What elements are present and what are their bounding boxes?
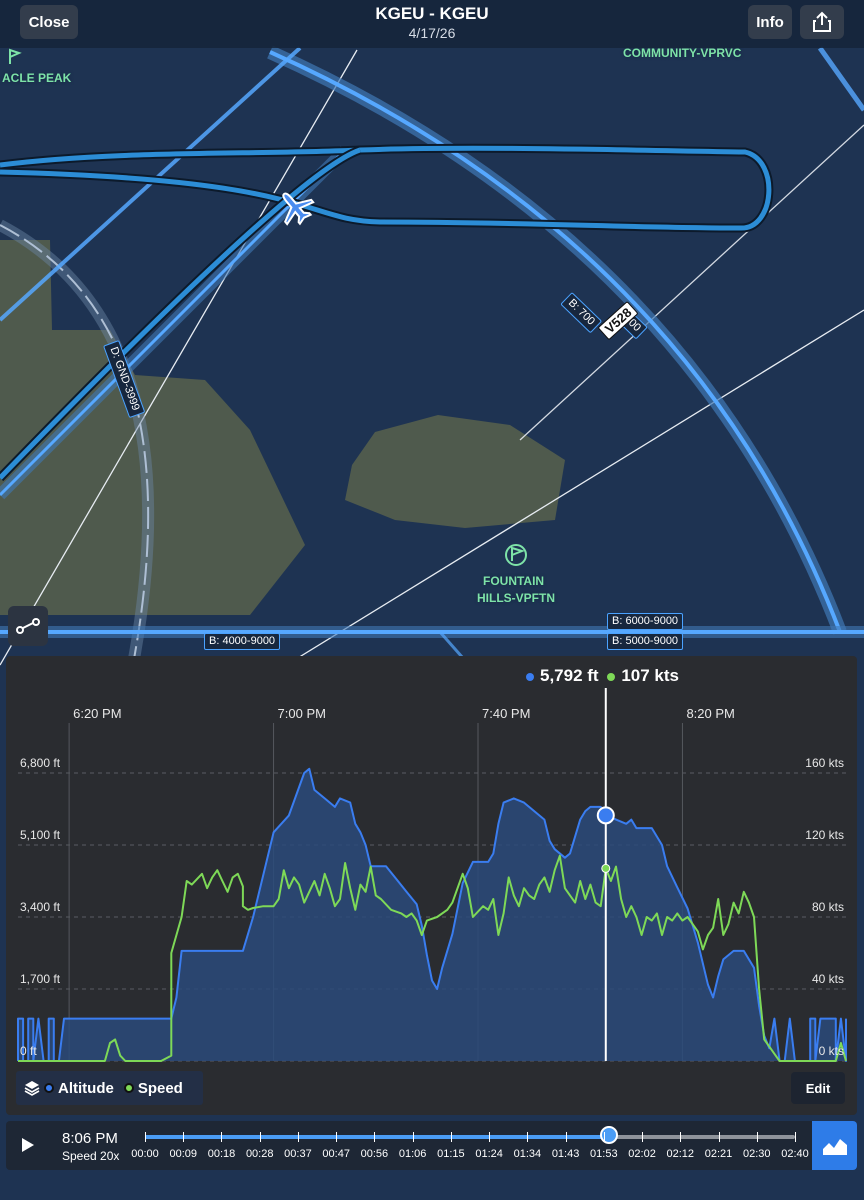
scrubber-time-label: 02:21	[704, 1148, 733, 1160]
playback-scrubber[interactable]	[145, 1126, 796, 1144]
edit-button[interactable]: Edit	[791, 1072, 845, 1104]
airspace-label-b6000: B: 6000-9000	[607, 613, 684, 630]
y-left-tick-label: 3,400 ft	[20, 900, 61, 914]
scrubber-tick	[412, 1132, 414, 1142]
scrubber-tick	[221, 1132, 223, 1142]
map-label-peak: ACLE PEAK	[2, 71, 72, 85]
playback-time: 8:06 PM	[62, 1130, 118, 1147]
altitude-cursor-marker	[596, 806, 615, 825]
scrubber-time-label: 02:40	[781, 1148, 809, 1160]
profile-chart-button[interactable]	[812, 1121, 857, 1170]
play-icon	[22, 1138, 34, 1152]
scrubber-time-label: 01:53	[590, 1148, 618, 1160]
legend-speed[interactable]: Speed	[138, 1080, 183, 1097]
x-tick-label: 7:40 PM	[482, 706, 530, 721]
scrubber-tick	[642, 1132, 644, 1142]
top-bar: Close KGEU - KGEU 4/17/26 Info	[0, 0, 864, 48]
speed-legend-icon	[123, 1083, 134, 1093]
scrubber-time-label: 00:56	[360, 1148, 389, 1160]
altitude-legend-icon	[44, 1083, 54, 1093]
cursor-readout: 5,792 ft 107 kts	[526, 666, 679, 686]
scrubber-time-label: 00:00	[131, 1148, 159, 1160]
scrubber-time-label: 02:02	[628, 1148, 656, 1160]
info-button[interactable]: Info	[748, 5, 792, 39]
scrubber-tick	[527, 1132, 529, 1142]
scrubber-time-label: 01:15	[437, 1148, 465, 1160]
scrubber-tick	[795, 1132, 796, 1142]
altitude-area	[18, 768, 846, 1061]
series-legend[interactable]: Altitude Speed	[16, 1071, 203, 1105]
scrubber-time-label: 00:18	[207, 1148, 236, 1160]
scrubber-tick	[145, 1132, 146, 1142]
y-left-tick-label: 5,100 ft	[20, 828, 61, 842]
airspace-label-b5000: B: 5000-9000	[607, 633, 684, 650]
scrubber-time-label: 00:37	[284, 1148, 312, 1160]
y-right-tick-label: 120 kts	[805, 828, 844, 842]
route-icon	[16, 618, 40, 634]
scrubber-time-label: 02:12	[666, 1148, 695, 1160]
scrubber-tick	[336, 1132, 338, 1142]
play-button[interactable]	[6, 1123, 50, 1167]
x-tick-label: 8:20 PM	[686, 706, 734, 721]
scrubber-tick	[489, 1132, 491, 1142]
route-toggle-button[interactable]	[8, 606, 48, 646]
scrubber-time-label: 01:43	[551, 1148, 580, 1160]
altitude-dot-icon	[526, 673, 534, 681]
scrubber-time-label: 00:47	[322, 1148, 350, 1160]
scrubber-tick	[603, 1132, 605, 1142]
y-right-tick-label: 40 kts	[812, 972, 844, 986]
scrubber-tick	[565, 1132, 567, 1142]
y-left-tick-label: 1,700 ft	[20, 972, 61, 986]
scrubber-time-label: 00:28	[245, 1148, 274, 1160]
speed-dot-icon	[607, 673, 616, 681]
map-label-community: COMMUNITY-VPRVC	[623, 46, 742, 60]
playback-speed[interactable]: Speed 20x	[62, 1149, 119, 1163]
share-icon	[813, 11, 831, 32]
profile-chart-panel: 0 ft 0 kts 1,700 ft 40 kts 3,400 ft 80 kts 5,1…	[6, 656, 857, 1115]
playback-thumb[interactable]	[600, 1126, 619, 1144]
y-right-tick-label: 80 kts	[812, 900, 844, 914]
playback-progress	[145, 1135, 610, 1139]
layers-icon	[24, 1081, 40, 1096]
scrubber-tick	[374, 1132, 376, 1142]
share-button[interactable]	[800, 5, 844, 39]
area-chart-icon	[822, 1138, 847, 1155]
scrubber-tick	[680, 1132, 682, 1142]
x-tick-label: 6:20 PM	[73, 706, 121, 721]
speed-cursor-marker	[601, 863, 611, 873]
altitude-speed-chart[interactable]: 0 ft 0 kts 1,700 ft 40 kts 3,400 ft 80 kts 5,1…	[6, 656, 857, 1115]
scrubber-time-label: 02:30	[742, 1148, 771, 1160]
scrubber-time-label: 00:09	[169, 1148, 197, 1160]
airspace-label-b4000: B: 4000-9000	[204, 633, 281, 650]
scrubber-tick	[450, 1132, 452, 1142]
scrubber-time-label: 01:06	[398, 1148, 427, 1160]
x-tick-label: 7:00 PM	[278, 706, 326, 721]
map-label-fountain-hills: HILLS-VPFTN	[477, 591, 555, 605]
readout-altitude: 5,792 ft	[540, 666, 599, 685]
scrubber-tick	[183, 1132, 185, 1142]
scrubber-time-label: 01:24	[475, 1148, 503, 1160]
y-right-tick-label: 160 kts	[805, 756, 844, 770]
y-left-tick-label: 6,800 ft	[20, 756, 61, 770]
scrubber-tick	[718, 1132, 720, 1142]
flight-title: KGEU - KGEU	[375, 4, 489, 23]
map-label-fountain: FOUNTAIN	[483, 574, 545, 588]
playback-bar: 8:06 PM Speed 20x 00:00 00:09 00:18 00:28 00…	[6, 1121, 857, 1170]
readout-speed: 107 kts	[621, 666, 679, 685]
scrubber-tick	[259, 1132, 261, 1142]
y-right-tick-label: 0 kts	[819, 1044, 844, 1058]
y-left-tick-label: 0 ft	[20, 1044, 37, 1058]
flight-date: 4/17/26	[408, 25, 456, 41]
scrubber-time-label: 01:34	[513, 1148, 542, 1160]
scrubber-tick	[297, 1132, 299, 1142]
scrubber-tick	[756, 1132, 758, 1142]
legend-altitude[interactable]: Altitude	[58, 1080, 114, 1097]
